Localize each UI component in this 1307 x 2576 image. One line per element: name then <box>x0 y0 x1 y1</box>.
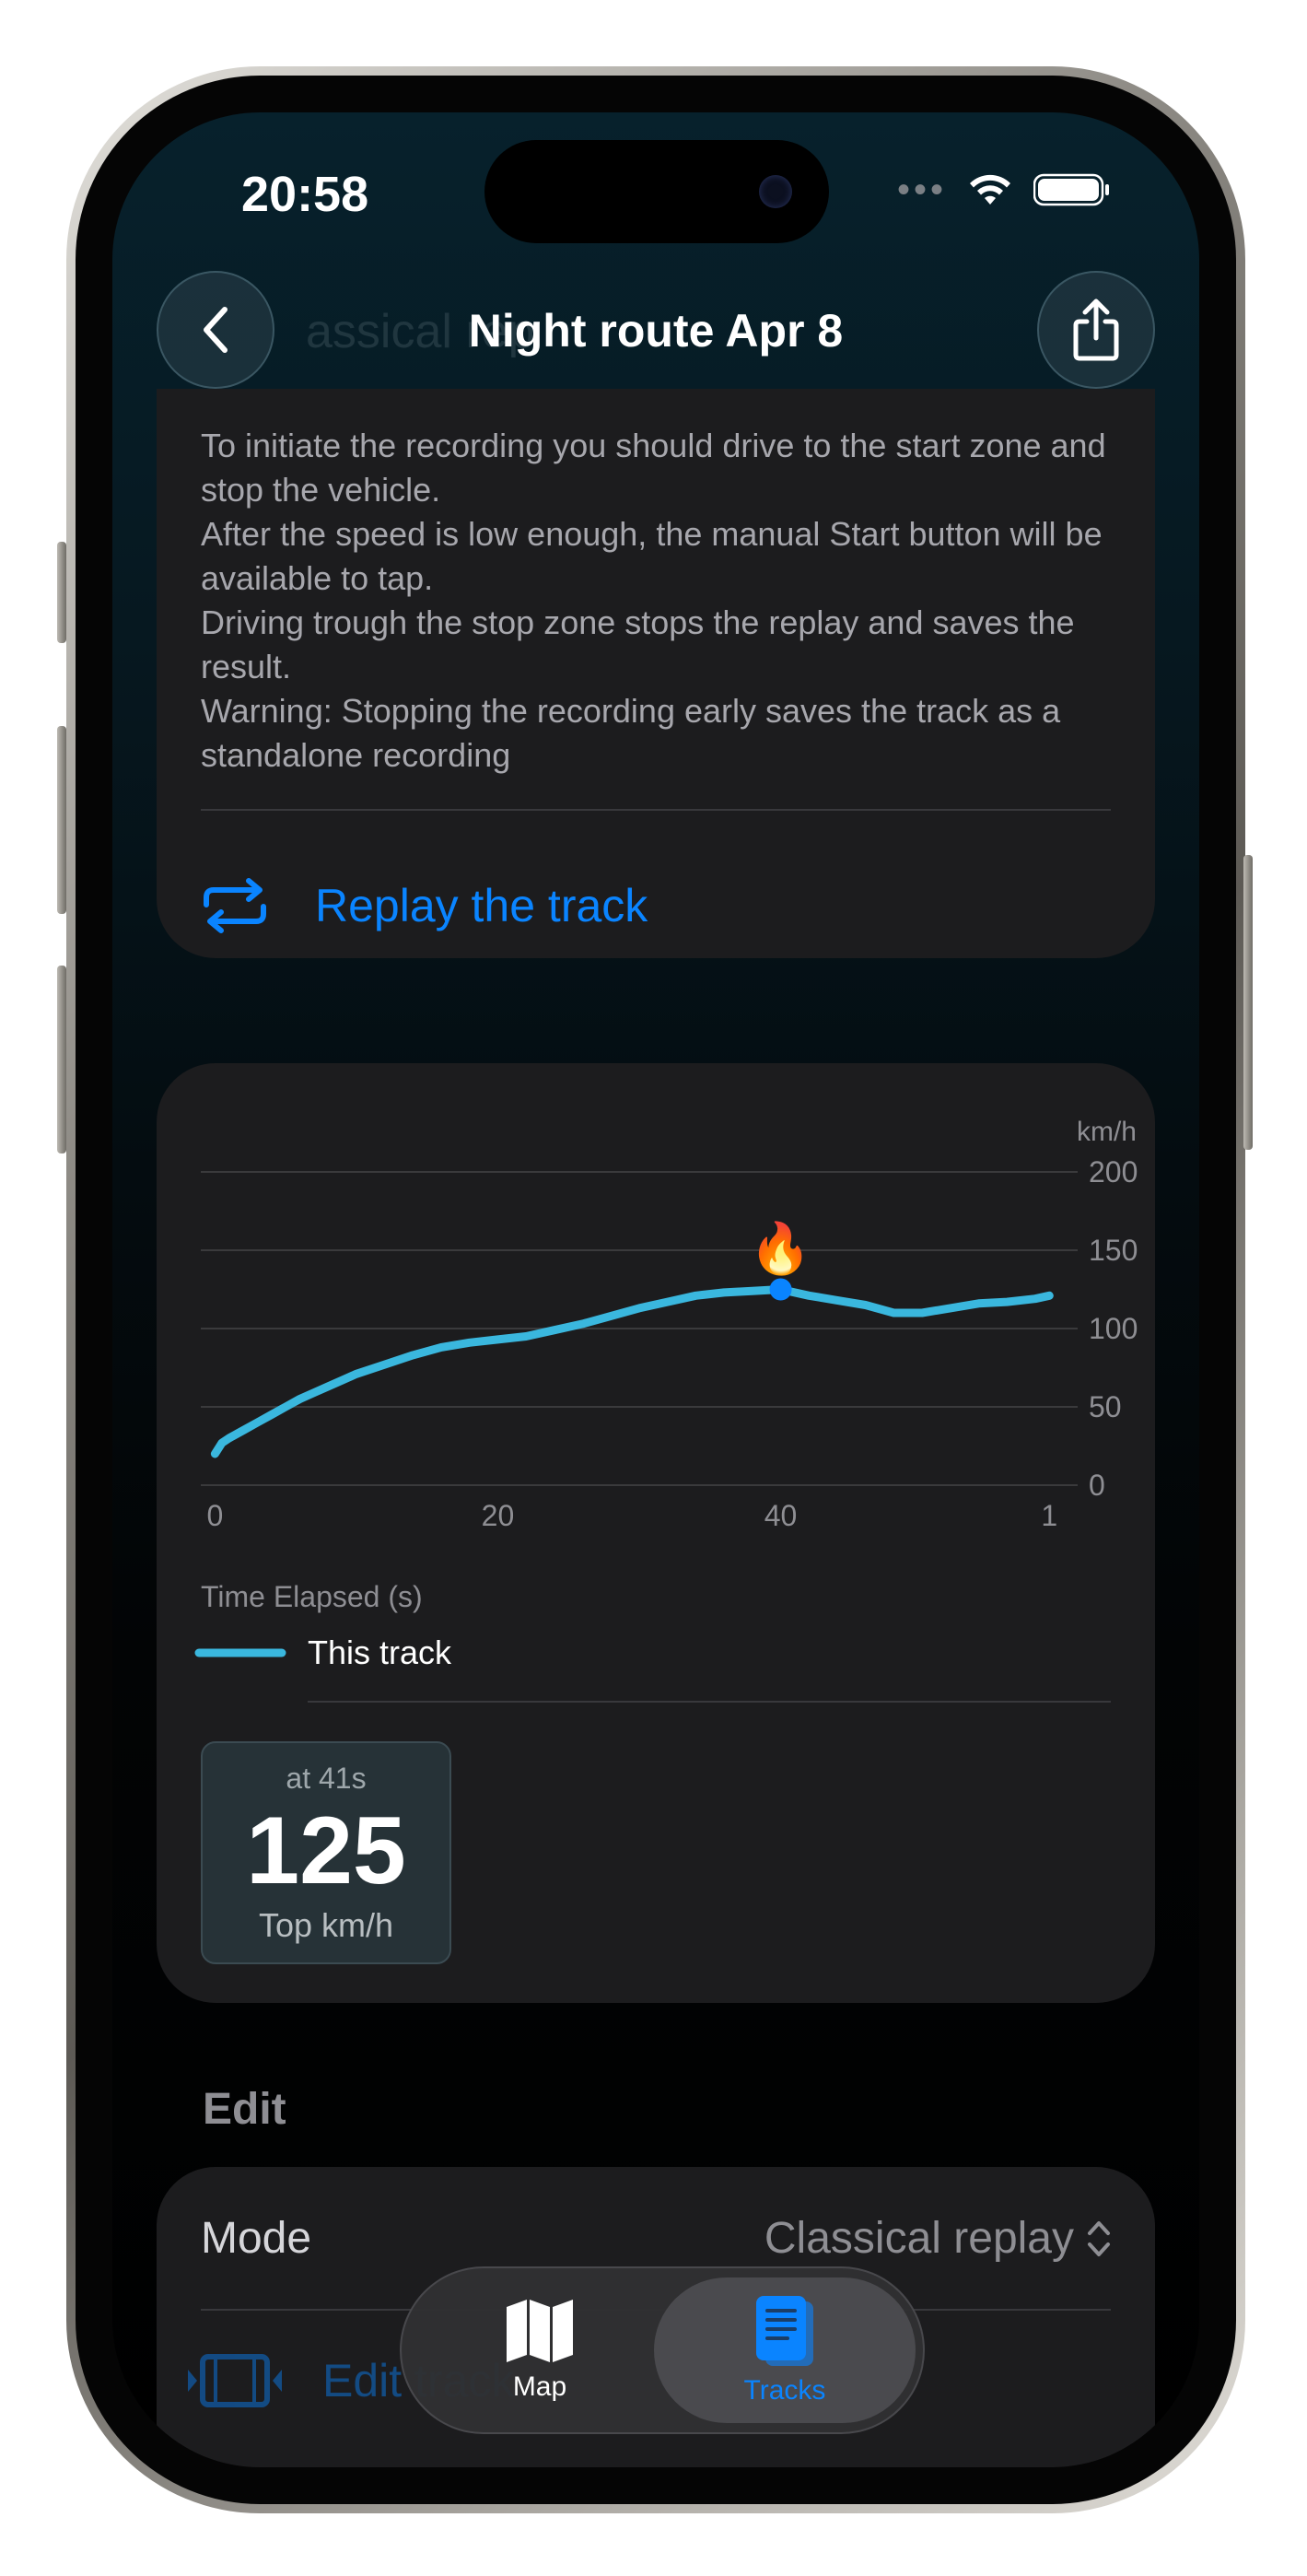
speed-chart: km/h 0 50 100 150 200 0 20 40 1 🔥 Time Elapsed (s) T… <box>194 1117 1138 1671</box>
divider <box>308 1701 1111 1703</box>
edit-section-title: Edit <box>203 2085 286 2134</box>
y-tick-label: 150 <box>1089 1234 1138 1267</box>
share-button[interactable] <box>1037 271 1155 389</box>
volume-down-button <box>57 966 66 1153</box>
tab-map-label: Map <box>512 2371 567 2402</box>
signal-dots-icon: ••• <box>896 170 947 210</box>
instruction-line: After the speed is low enough, the manua… <box>201 515 1103 597</box>
tab-tracks[interactable]: Tracks <box>654 2277 916 2423</box>
y-axis-unit-label: km/h <box>1077 1117 1137 1147</box>
info-card: To initiate the recording you should dri… <box>157 389 1155 958</box>
chevron-up-down-icon <box>1088 2220 1110 2256</box>
top-speed-unit: Top km/h <box>258 1906 394 1944</box>
repeat-icon <box>204 878 266 933</box>
wifi-icon <box>970 174 1010 205</box>
x-tick-label: 20 <box>482 1499 515 1532</box>
top-speed-marker <box>769 1278 792 1301</box>
map-icon <box>507 2300 573 2362</box>
tab-map[interactable]: Map <box>420 2277 659 2423</box>
app-screen: 20:58 ••• assical rep Night route Apr 8 … <box>112 112 1199 2467</box>
power-button <box>1243 855 1253 1150</box>
action-button <box>57 542 66 643</box>
x-tick-label: 1 <box>1041 1499 1057 1532</box>
mode-label: Mode <box>201 2214 312 2263</box>
instruction-line: To initiate the recording you should dri… <box>201 427 1106 509</box>
replay-track-label: Replay the track <box>315 880 648 931</box>
divider <box>201 809 1111 811</box>
camera-icon <box>759 175 792 208</box>
series-line-this-track <box>210 1285 1054 1458</box>
film-trim-icon <box>188 2354 282 2407</box>
mode-picker[interactable]: Classical replay <box>764 2213 1111 2264</box>
status-time: 20:58 <box>241 167 369 222</box>
tab-bar: Map Tracks <box>400 2266 925 2434</box>
page-title: Night route Apr 8 <box>468 305 844 357</box>
instructions-text: To initiate the recording you should dri… <box>201 424 1122 778</box>
top-speed-stat: at 41s 125 Top km/h <box>201 1741 451 1964</box>
x-axis-title: Time Elapsed (s) <box>201 1580 423 1613</box>
y-tick-label: 100 <box>1089 1312 1138 1345</box>
top-speed-value: 125 <box>246 1797 406 1904</box>
mode-value: Classical replay <box>764 2214 1074 2263</box>
replay-track-button[interactable]: Replay the track <box>201 877 648 934</box>
tab-tracks-label: Tracks <box>743 2375 826 2406</box>
status-icons: ••• <box>897 171 1111 208</box>
dynamic-island <box>484 140 829 243</box>
legend-label: This track <box>308 1633 452 1671</box>
x-tick-label: 0 <box>206 1499 223 1532</box>
x-tick-label: 40 <box>764 1499 798 1532</box>
instruction-line: Warning: Stopping the recording early sa… <box>201 692 1061 774</box>
battery-icon <box>1033 173 1109 206</box>
book-icon <box>756 2296 813 2366</box>
y-tick-label: 50 <box>1089 1390 1122 1423</box>
volume-up-button <box>57 726 66 914</box>
share-icon <box>1073 299 1119 361</box>
top-speed-time: at 41s <box>286 1762 367 1795</box>
speed-chart-card: km/h 0 50 100 150 200 0 20 40 1 🔥 Time Elapsed (s) T… <box>157 1063 1155 2003</box>
y-tick-label: 200 <box>1089 1155 1138 1188</box>
fire-icon: 🔥 <box>750 1221 811 1277</box>
y-tick-label: 0 <box>1089 1469 1105 1502</box>
instruction-line: Driving trough the stop zone stops the r… <box>201 603 1075 685</box>
